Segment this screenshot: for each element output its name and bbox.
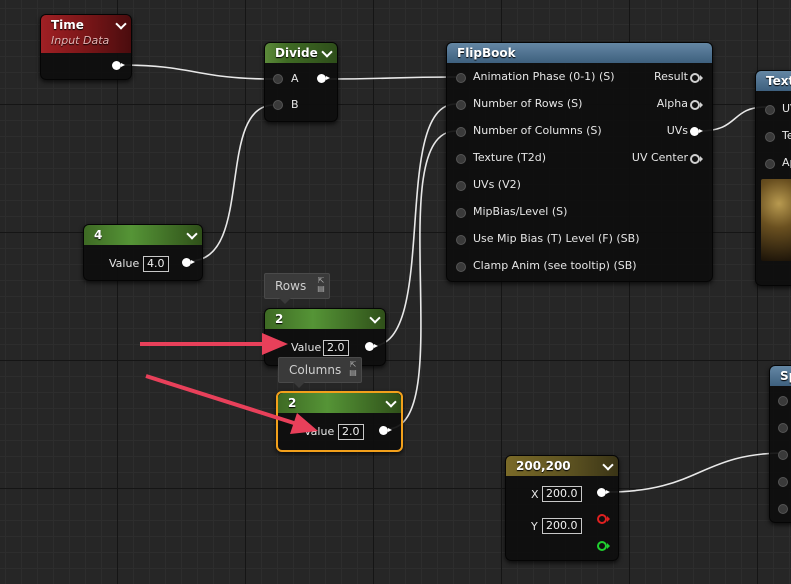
divide-output-pin[interactable] [317,74,330,83]
chevron-down-icon[interactable] [385,396,397,408]
constant-4-value-label: Value [109,257,140,270]
flipbook-input-pin[interactable] [456,235,466,245]
flipbook-input-pin[interactable] [456,262,466,272]
flipbook-header[interactable]: FlipBook [447,43,712,63]
flipbook-input-pin[interactable] [456,127,466,137]
rows-comment-bubble[interactable]: Rows ⇱ ▤ [264,273,330,304]
flipbook-output-pin-uvs[interactable] [690,127,703,136]
partial-node[interactable]: Sp [769,365,791,523]
rows-constant-header[interactable]: 2 [265,309,385,329]
columns-output-pin[interactable] [379,426,392,435]
rows-comment-text: Rows [275,279,307,293]
divide-pin-b-label: B [291,98,299,111]
chevron-down-icon[interactable] [186,228,198,240]
texture-input-label: Te [782,129,791,142]
divide-input-pin-b[interactable] [273,100,283,110]
vector2-output-pin[interactable] [597,488,610,497]
flipbook-input-pin[interactable] [456,100,466,110]
flipbook-title: FlipBook [457,46,516,60]
wire-time-to-divide-a [119,64,275,80]
vector2-x-pin[interactable] [597,514,610,524]
partial-node-title: Sp [780,369,791,383]
comment-pin-icon[interactable]: ⇱ ▤ [349,361,357,377]
constant-4-node[interactable]: 4 Value 4.0 [83,224,203,281]
flipbook-output-pin-result[interactable] [690,73,703,83]
texture-input-label: UV [782,102,791,115]
partial-input-pin[interactable] [778,423,788,433]
constant-4-title: 4 [94,228,103,242]
chevron-down-icon[interactable] [602,459,614,471]
flipbook-output-pin-uv-center[interactable] [690,154,703,164]
flipbook-output-label: Result [654,70,688,83]
partial-node-header[interactable]: Sp [770,366,791,386]
divide-input-pin-a[interactable] [273,74,283,84]
flipbook-input-label: Use Mip Bias (T) Level (F) (SB) [473,232,640,245]
constant-4-output-pin[interactable] [182,258,195,267]
flipbook-output-label: UVs [666,124,688,137]
texture-thumbnail [761,179,791,261]
partial-input-pin[interactable] [778,450,788,460]
texture-input-pin[interactable] [765,159,775,169]
flipbook-output-label: UV Center [631,151,688,164]
texture-sample-header[interactable]: Textu [756,71,791,91]
constant-4-value-field[interactable]: 4.0 [143,256,169,272]
partial-input-pin[interactable] [778,504,788,514]
divide-node-header[interactable]: Divide [265,43,337,63]
time-node-subtitle: Input Data [51,34,110,47]
flipbook-input-label: UVs (V2) [473,178,521,191]
rows-value-field[interactable]: 2.0 [323,340,349,356]
wire-vec2-to-partial [606,452,786,493]
rows-value-label: Value [291,341,322,354]
flipbook-output-label: Alpha [656,97,688,110]
partial-input-pin[interactable] [778,396,788,406]
columns-comment-bubble[interactable]: Columns ⇱ ▤ [278,357,362,388]
time-node-header[interactable]: Time Input Data [41,15,131,53]
flipbook-input-label: MipBias/Level (S) [473,205,568,218]
constant-4-header[interactable]: 4 [84,225,202,245]
columns-constant-header[interactable]: 2 [278,393,401,413]
rows-constant-title: 2 [275,312,284,326]
texture-input-label: Ap [782,156,791,169]
comment-pin-icon[interactable]: ⇱ ▤ [317,277,325,293]
texture-input-pin[interactable] [765,105,775,115]
flipbook-input-pin[interactable] [456,181,466,191]
vector2-y-pin[interactable] [597,541,610,551]
flipbook-input-label: Animation Phase (0-1) (S) [473,70,615,83]
vector2-x-label: X [531,488,539,501]
flipbook-node[interactable]: FlipBook Animation Phase (0-1) (S) Numbe… [446,42,713,282]
texture-sample-node[interactable]: Textu UV Te Ap [755,70,791,286]
divide-node-title: Divide [275,46,318,60]
divide-pin-a-label: A [291,72,299,85]
columns-value-label: Value [304,425,335,438]
flipbook-input-pin[interactable] [456,73,466,83]
columns-constant-node[interactable]: 2 Value 2.0 [276,391,403,452]
texture-input-pin[interactable] [765,132,775,142]
flipbook-input-pin[interactable] [456,208,466,218]
columns-constant-title: 2 [288,396,297,410]
columns-value-field[interactable]: 2.0 [338,424,364,440]
vector2-header[interactable]: 200,200 [506,456,618,476]
partial-input-pin[interactable] [778,477,788,487]
flipbook-input-label: Texture (T2d) [473,151,547,164]
texture-sample-title: Textu [766,74,791,88]
divide-node[interactable]: Divide A B [264,42,338,122]
flipbook-input-label: Clamp Anim (see tooltip) (SB) [473,259,637,272]
chevron-down-icon[interactable] [369,312,381,324]
flipbook-output-pin-alpha[interactable] [690,100,703,110]
columns-comment-text: Columns [289,363,342,377]
vector2-x-field[interactable]: 200.0 [542,486,582,502]
wire-divide-to-phase [326,76,457,80]
vector2-y-field[interactable]: 200.0 [542,518,582,534]
vector2-y-label: Y [531,520,538,533]
flipbook-input-label: Number of Rows (S) [473,97,583,110]
flipbook-input-pin[interactable] [456,154,466,164]
flipbook-input-label: Number of Columns (S) [473,124,602,137]
rows-output-pin[interactable] [365,342,378,351]
time-node[interactable]: Time Input Data [40,14,132,80]
time-output-pin[interactable] [112,61,125,70]
vector2-node[interactable]: 200,200 X 200.0 Y 200.0 [505,455,619,561]
chevron-down-icon[interactable] [321,46,333,58]
vector2-title: 200,200 [516,459,571,473]
